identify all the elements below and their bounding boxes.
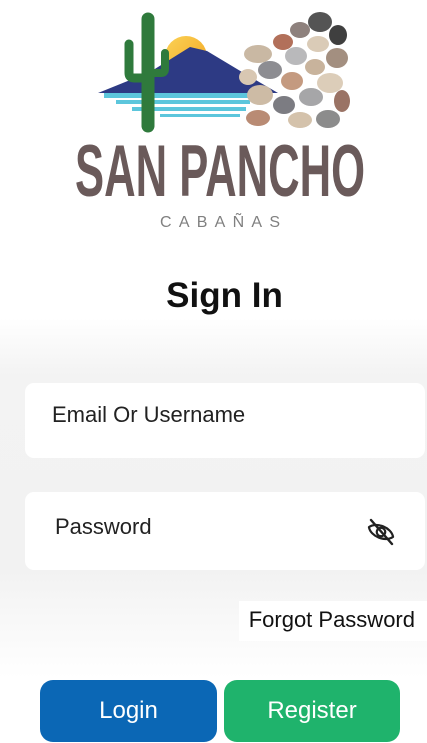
page-title: Sign In (166, 276, 283, 315)
login-button[interactable]: Login (40, 680, 217, 742)
email-input[interactable] (52, 383, 352, 447)
stone (329, 25, 347, 45)
stone (305, 59, 325, 75)
stone (281, 72, 303, 90)
stone (288, 112, 312, 128)
register-button[interactable]: Register (224, 680, 400, 742)
logo: SAN PANCHO CABAÑAS (75, 12, 365, 231)
stone (273, 96, 295, 114)
stone (285, 47, 307, 65)
password-input[interactable] (55, 492, 355, 562)
water-stripe (104, 93, 254, 98)
cactus-right-arm (150, 49, 169, 77)
stone (258, 61, 282, 79)
stone (239, 69, 257, 85)
stone-pile (239, 12, 350, 128)
sign-in-screen: SAN PANCHO CABAÑAS Sign In Forgot Passwo… (0, 0, 427, 743)
eye-off-icon (367, 518, 395, 546)
brand-name: SAN PANCHO (75, 131, 365, 212)
stone (273, 34, 293, 50)
cactus-left-arm (124, 39, 147, 83)
email-field[interactable] (25, 383, 425, 458)
toggle-password-visibility-button[interactable] (365, 515, 397, 547)
stone (334, 90, 350, 112)
water-stripe (116, 100, 250, 104)
stone (299, 88, 323, 106)
water-stripe (160, 114, 240, 117)
stone (317, 73, 343, 93)
stone (244, 45, 272, 63)
stone (247, 85, 273, 105)
stone (326, 48, 348, 68)
forgot-password-link[interactable]: Forgot Password (238, 601, 427, 641)
stone (246, 110, 270, 126)
water-stripes (104, 93, 254, 117)
stone (290, 22, 310, 38)
stone (316, 110, 340, 128)
stone (308, 12, 332, 32)
brand-subtitle: CABAÑAS (160, 211, 280, 231)
stone (307, 36, 329, 52)
password-field[interactable] (25, 492, 425, 570)
